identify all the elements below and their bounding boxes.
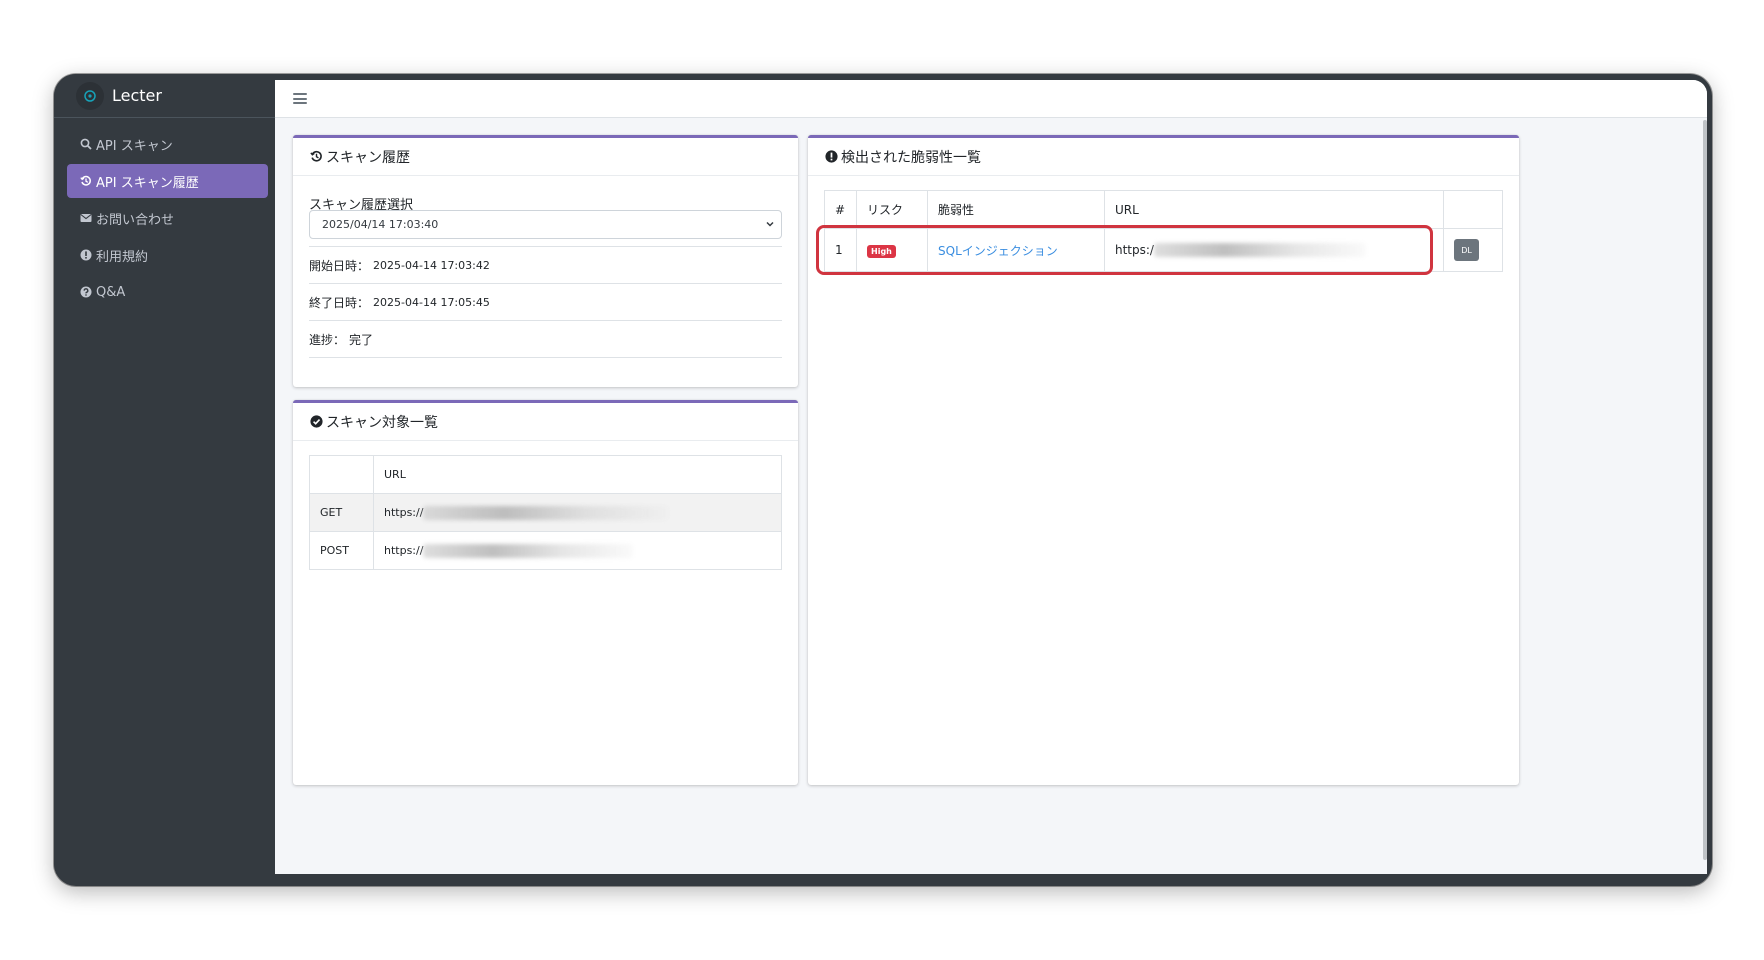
table-header-row: URL <box>309 455 782 494</box>
check-circle-icon <box>309 415 323 429</box>
url-text: https:/ <box>1115 242 1154 257</box>
scan-targets-header: スキャン対象一覧 <box>293 403 798 441</box>
end-time-label: 終了日時： <box>309 295 370 310</box>
lecter-logo-icon <box>76 81 104 110</box>
divider <box>309 357 782 358</box>
sidebar-item-label: お問い合わせ <box>96 212 175 228</box>
table-header-row: # リスク 脆弱性 URL <box>824 190 1503 229</box>
risk-badge: High <box>867 244 896 258</box>
download-button[interactable]: DL <box>1454 239 1479 261</box>
table-row: POST https:// <box>309 531 782 570</box>
scan-targets-title: スキャン対象一覧 <box>326 414 438 431</box>
url-cell: https:/ <box>1104 228 1444 272</box>
brand-name: Lecter <box>112 86 162 105</box>
scan-history-header: スキャン履歴 <box>293 138 798 176</box>
menu-toggle-icon[interactable] <box>293 93 307 104</box>
column-header-url: URL <box>1104 190 1444 229</box>
column-header-vulnerability: 脆弱性 <box>927 190 1105 229</box>
url-text: https:// <box>384 505 424 519</box>
vulnerabilities-table: # リスク 脆弱性 URL 1 High SQLインジェクション https:/… <box>824 190 1503 272</box>
column-header-risk: リスク <box>856 190 928 229</box>
index-cell: 1 <box>824 228 857 272</box>
redacted-url <box>423 505 669 520</box>
progress-value: 完了 <box>349 332 374 347</box>
vulnerabilities-title: 検出された脆弱性一覧 <box>841 149 981 166</box>
sidebar-item-contact[interactable]: お問い合わせ <box>67 201 268 235</box>
exclamation-circle-icon <box>824 150 838 164</box>
sidebar-item-api-scan[interactable]: API スキャン <box>67 127 268 161</box>
sidebar-item-terms[interactable]: 利用規約 <box>67 238 268 272</box>
top-navbar <box>275 80 1707 118</box>
app-window: Lecter API スキャン API スキャン履歴 お問い合わせ 利用規約 Q… <box>54 74 1712 886</box>
risk-cell: High <box>856 228 928 272</box>
sidebar-item-qa[interactable]: Q&A <box>67 275 268 309</box>
vulnerabilities-card: 検出された脆弱性一覧 # リスク 脆弱性 URL 1 High SQLインジェク… <box>808 135 1519 785</box>
info-icon <box>79 248 93 262</box>
scrollbar-thumb[interactable] <box>1703 120 1707 860</box>
table-row: GET https:// <box>309 493 782 532</box>
scan-history-title: スキャン履歴 <box>326 149 410 166</box>
vulnerability-cell: SQLインジェクション <box>927 228 1105 272</box>
url-cell: https:// <box>373 531 782 570</box>
question-icon <box>79 285 93 299</box>
envelope-icon <box>79 211 93 225</box>
column-header-method <box>309 455 374 494</box>
column-header-url: URL <box>373 455 782 494</box>
vulnerability-link[interactable]: SQLインジェクション <box>938 244 1058 258</box>
sidebar-item-scan-history[interactable]: API スキャン履歴 <box>67 164 268 198</box>
sidebar: Lecter API スキャン API スキャン履歴 お問い合わせ 利用規約 Q… <box>54 74 275 874</box>
sidebar-item-label: 利用規約 <box>96 249 149 265</box>
action-cell: DL <box>1443 228 1503 272</box>
url-cell: https:// <box>373 493 782 532</box>
sidebar-item-label: Q&A <box>96 284 126 300</box>
scan-history-select[interactable]: 2025/04/14 17:03:40 <box>309 210 782 239</box>
redacted-url <box>1153 243 1366 258</box>
sidebar-item-label: API スキャン <box>96 138 173 154</box>
chevron-down-icon <box>765 219 775 229</box>
scan-history-card: スキャン履歴 スキャン履歴選択 2025/04/14 17:03:40 開始日時… <box>293 135 798 387</box>
column-header-index: # <box>824 190 857 229</box>
progress-label: 進捗： <box>309 332 346 347</box>
vulnerabilities-header: 検出された脆弱性一覧 <box>808 138 1519 176</box>
sidebar-item-label: API スキャン履歴 <box>96 175 199 191</box>
brand[interactable]: Lecter <box>54 74 275 118</box>
history-icon <box>79 174 93 188</box>
column-header-action <box>1443 190 1503 229</box>
main-content: スキャン履歴 スキャン履歴選択 2025/04/14 17:03:40 開始日時… <box>275 80 1707 874</box>
start-time-value: 2025-04-14 17:03:42 <box>373 258 490 272</box>
end-time-value: 2025-04-14 17:05:45 <box>373 295 490 309</box>
search-icon <box>79 137 93 151</box>
history-icon <box>309 150 323 164</box>
end-time-row: 終了日時： 2025-04-14 17:05:45 <box>309 283 782 320</box>
scan-targets-table: URL GET https:// POST https:// <box>309 455 782 570</box>
method-cell: POST <box>309 531 374 570</box>
progress-row: 進捗： 完了 <box>309 320 782 357</box>
method-cell: GET <box>309 493 374 532</box>
table-row: 1 High SQLインジェクション https:/ DL <box>824 228 1503 272</box>
scan-history-select-value: 2025/04/14 17:03:40 <box>322 218 439 231</box>
start-time-label: 開始日時： <box>309 258 370 273</box>
scan-targets-card: スキャン対象一覧 URL GET https:// POST https:// <box>293 400 798 785</box>
url-text: https:// <box>384 543 424 557</box>
start-time-row: 開始日時： 2025-04-14 17:03:42 <box>309 246 782 283</box>
sidebar-nav: API スキャン API スキャン履歴 お問い合わせ 利用規約 Q&A <box>54 118 275 309</box>
redacted-url <box>423 543 634 558</box>
